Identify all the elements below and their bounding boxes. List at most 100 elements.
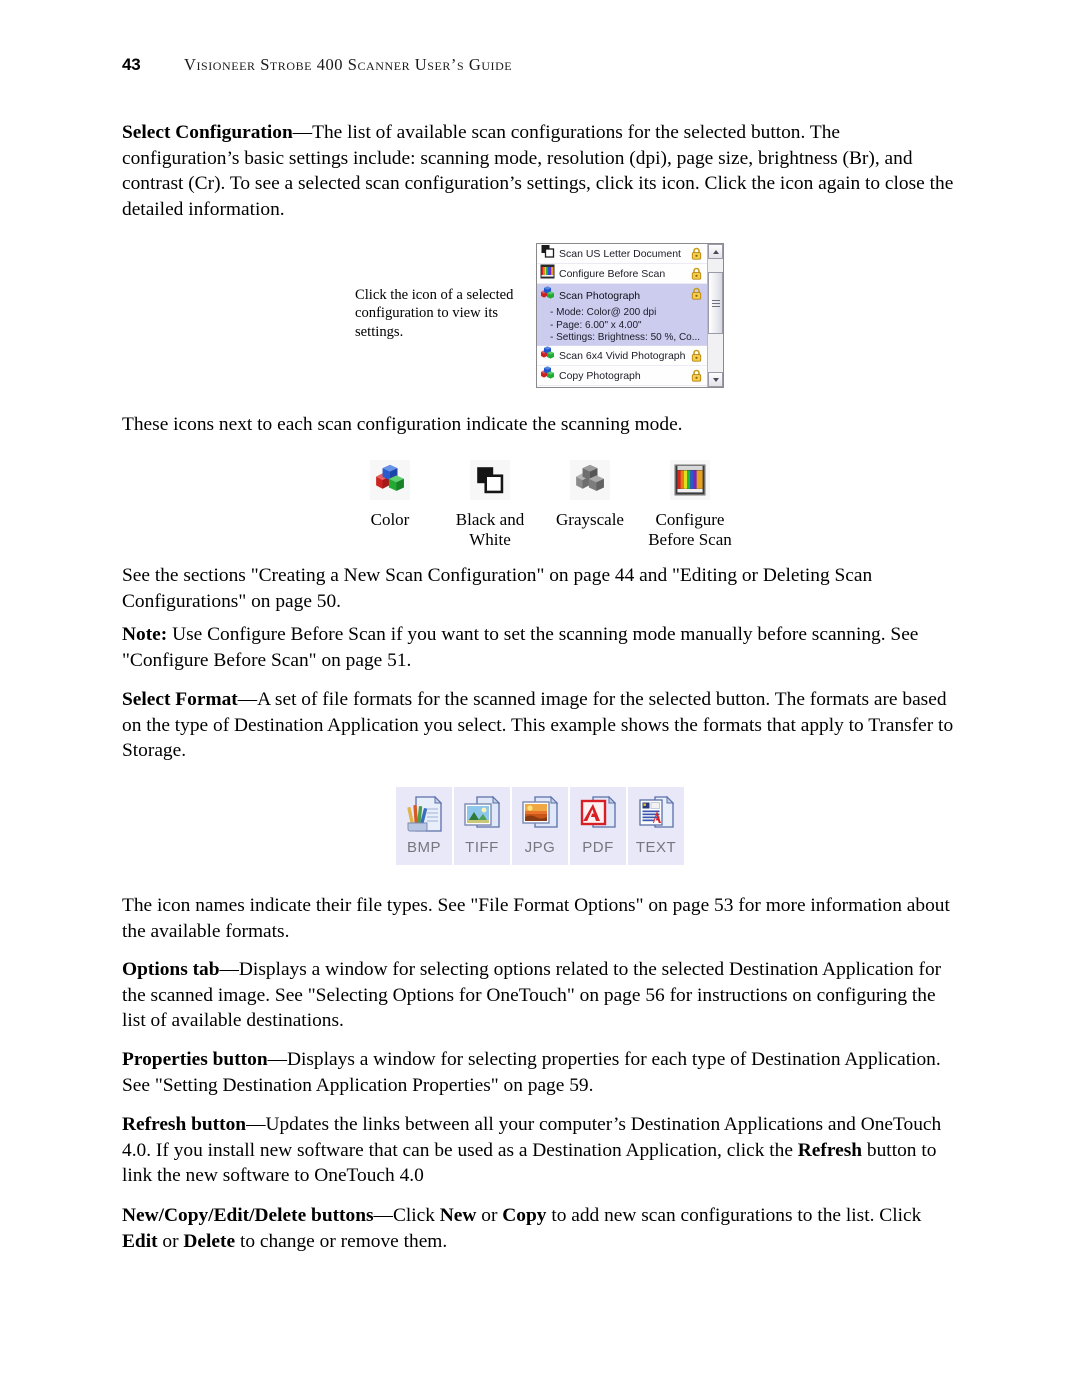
lock-icon [691,247,702,265]
scroll-down-arrow-button[interactable] [708,372,723,387]
config-row-details: - Mode: Color@ 200 dpi - Page: 6.00" x 4… [550,307,700,345]
running-header: 43 Visioneer Strobe 400 Scanner User’s G… [122,55,512,75]
color-cubes-icon [370,460,410,500]
text-options-tab: —Displays a window for selecting options… [122,959,942,1032]
lead-new-copy-edit-delete: New/Copy/Edit/Delete buttons [122,1205,374,1226]
config-list-callout: Click the icon of a selected configurati… [355,287,514,340]
text-note: Use Configure Before Scan if you want to… [122,624,919,671]
paragraph-note: Note: Use Configure Before Scan if you w… [122,622,960,673]
color-mode-icon [540,345,555,366]
lock-icon [691,287,702,305]
emphasis-edit: Edit [122,1230,158,1252]
mode-label-black-and-white: Black and White [455,510,525,549]
chevron-down-icon [712,377,719,382]
scrollbar-thumb[interactable] [708,272,723,334]
lead-refresh-button: Refresh button [122,1114,247,1135]
pdf-file-icon [577,793,619,835]
color-mode-icon [540,365,555,386]
format-cell-text[interactable]: TEXT [628,787,684,865]
text-ncd-2: or [476,1205,503,1226]
config-row-scan-us-letter-document[interactable]: Scan US Letter Document [537,244,707,264]
paragraph-select-configuration: Select Configuration—The list of availab… [122,120,960,222]
mode-label-configure-before-scan: Configure Before Scan [648,510,732,549]
config-list-scrollbar[interactable] [707,244,723,387]
paragraph-icon-names: The icon names indicate their file types… [122,895,950,942]
bmp-file-icon [403,793,445,835]
format-cell-bmp[interactable]: BMP [396,787,452,865]
lock-icon [691,369,702,387]
mode-item-grayscale: Grayscale [540,460,640,530]
config-row-main: Scan US Letter Document [540,244,681,264]
lead-select-configuration: Select Configuration [122,122,293,143]
lead-properties-button: Properties button [122,1049,268,1070]
lock-icon [691,267,702,285]
lead-note: Note: [122,624,168,645]
paragraph-options-tab: Options tab—Displays a window for select… [122,957,960,1034]
mode-item-configure-before-scan: Configure Before Scan [640,460,740,550]
scanning-mode-icon-row: Color Black and White Grayscale Configur… [340,460,740,550]
color-mode-icon[interactable] [540,286,555,306]
format-label-pdf: PDF [582,839,614,856]
config-row-label: Scan Photograph [559,290,641,302]
text-ncd-4: or [157,1230,184,1252]
paragraph-properties-button: Properties button—Displays a window for … [122,1047,960,1098]
format-label-bmp: BMP [406,839,441,856]
document-page: 43 Visioneer Strobe 400 Scanner User’s G… [0,0,1080,1397]
gray-cubes-icon [570,460,610,500]
emphasis-delete: Delete [183,1230,236,1252]
paragraph-select-format: Select Format—A set of file formats for … [122,687,960,764]
config-row-copy-photograph[interactable]: Copy Photograph [537,365,707,387]
config-detail-mode: - Mode: Color@ 200 dpi [550,307,657,318]
config-list-rows: Scan US Letter Document Configure Before… [537,244,707,387]
jpg-file-icon [519,793,561,835]
config-row-scan-6x4-vivid-photograph[interactable]: Scan 6x4 Vivid Photograph [537,345,707,367]
mode-label-grayscale: Grayscale [556,510,624,529]
paragraph-icons-intro: These icons next to each scan configurat… [122,414,683,435]
scan-configuration-list[interactable]: Scan US Letter Document Configure Before… [536,243,724,388]
format-cell-pdf[interactable]: PDF [570,787,626,865]
emphasis-refresh: Refresh [797,1139,863,1161]
page-number: 43 [122,55,141,74]
text-ncd-1: —Click [373,1205,440,1226]
config-row-main: Configure Before Scan [540,264,665,284]
format-label-tiff: TIFF [465,839,499,856]
mode-item-black-and-white: Black and White [440,460,540,550]
mode-item-color: Color [340,460,440,530]
tiff-file-icon [461,793,503,835]
lead-select-format: Select Format [122,689,238,710]
config-row-label: Configure Before Scan [559,267,666,280]
config-row-label: Scan US Letter Document [559,247,681,260]
configure-before-scan-mode-icon [540,264,555,284]
config-row-main: Scan 6x4 Vivid Photograph [540,345,686,366]
paragraph-refresh-button: Refresh button—Updates the links between… [122,1112,960,1189]
config-row-configure-before-scan[interactable]: Configure Before Scan [537,264,707,284]
config-row-label: Copy Photograph [559,369,641,382]
text-file-icon [635,793,677,835]
format-label-text: TEXT [635,839,677,856]
config-detail-settings: - Settings: Brightness: 50 %, Co... [550,332,701,344]
scroll-up-arrow-button[interactable] [708,244,723,259]
config-row-main: Copy Photograph [540,365,641,386]
emphasis-copy: Copy [502,1205,547,1226]
config-detail-page: - Page: 6.00" x 4.00" [550,319,642,331]
format-cell-jpg[interactable]: JPG [512,787,568,865]
black-and-white-mode-icon [540,244,555,264]
config-row-scan-photograph[interactable]: Scan Photograph - Mode: Color@ 200 dpi -… [537,284,707,346]
text-ncd-3: to add new scan configurations to the li… [546,1205,922,1226]
chevron-up-icon [712,249,719,254]
text-select-format: —A set of file formats for the scanned i… [122,689,954,762]
lead-options-tab: Options tab [122,959,220,980]
scrollbar-grip-icon [712,300,720,309]
black-white-squares-icon [470,460,510,500]
config-row-label: Scan 6x4 Vivid Photograph [559,349,686,362]
paragraph-new-copy-edit-delete: New/Copy/Edit/Delete buttons—Click New o… [122,1203,960,1254]
format-label-jpg: JPG [524,839,556,856]
file-format-icon-strip: BMP TIFF JPG PDF TEXT [396,787,684,865]
format-cell-tiff[interactable]: TIFF [454,787,510,865]
config-row-main: Scan Photograph [540,286,700,306]
lock-icon [691,349,702,367]
text-ncd-5: to change or remove them. [235,1230,448,1252]
guide-title: Visioneer Strobe 400 Scanner User’s Guid… [184,55,513,74]
mode-label-color: Color [370,510,410,529]
emphasis-new: New [439,1205,477,1226]
